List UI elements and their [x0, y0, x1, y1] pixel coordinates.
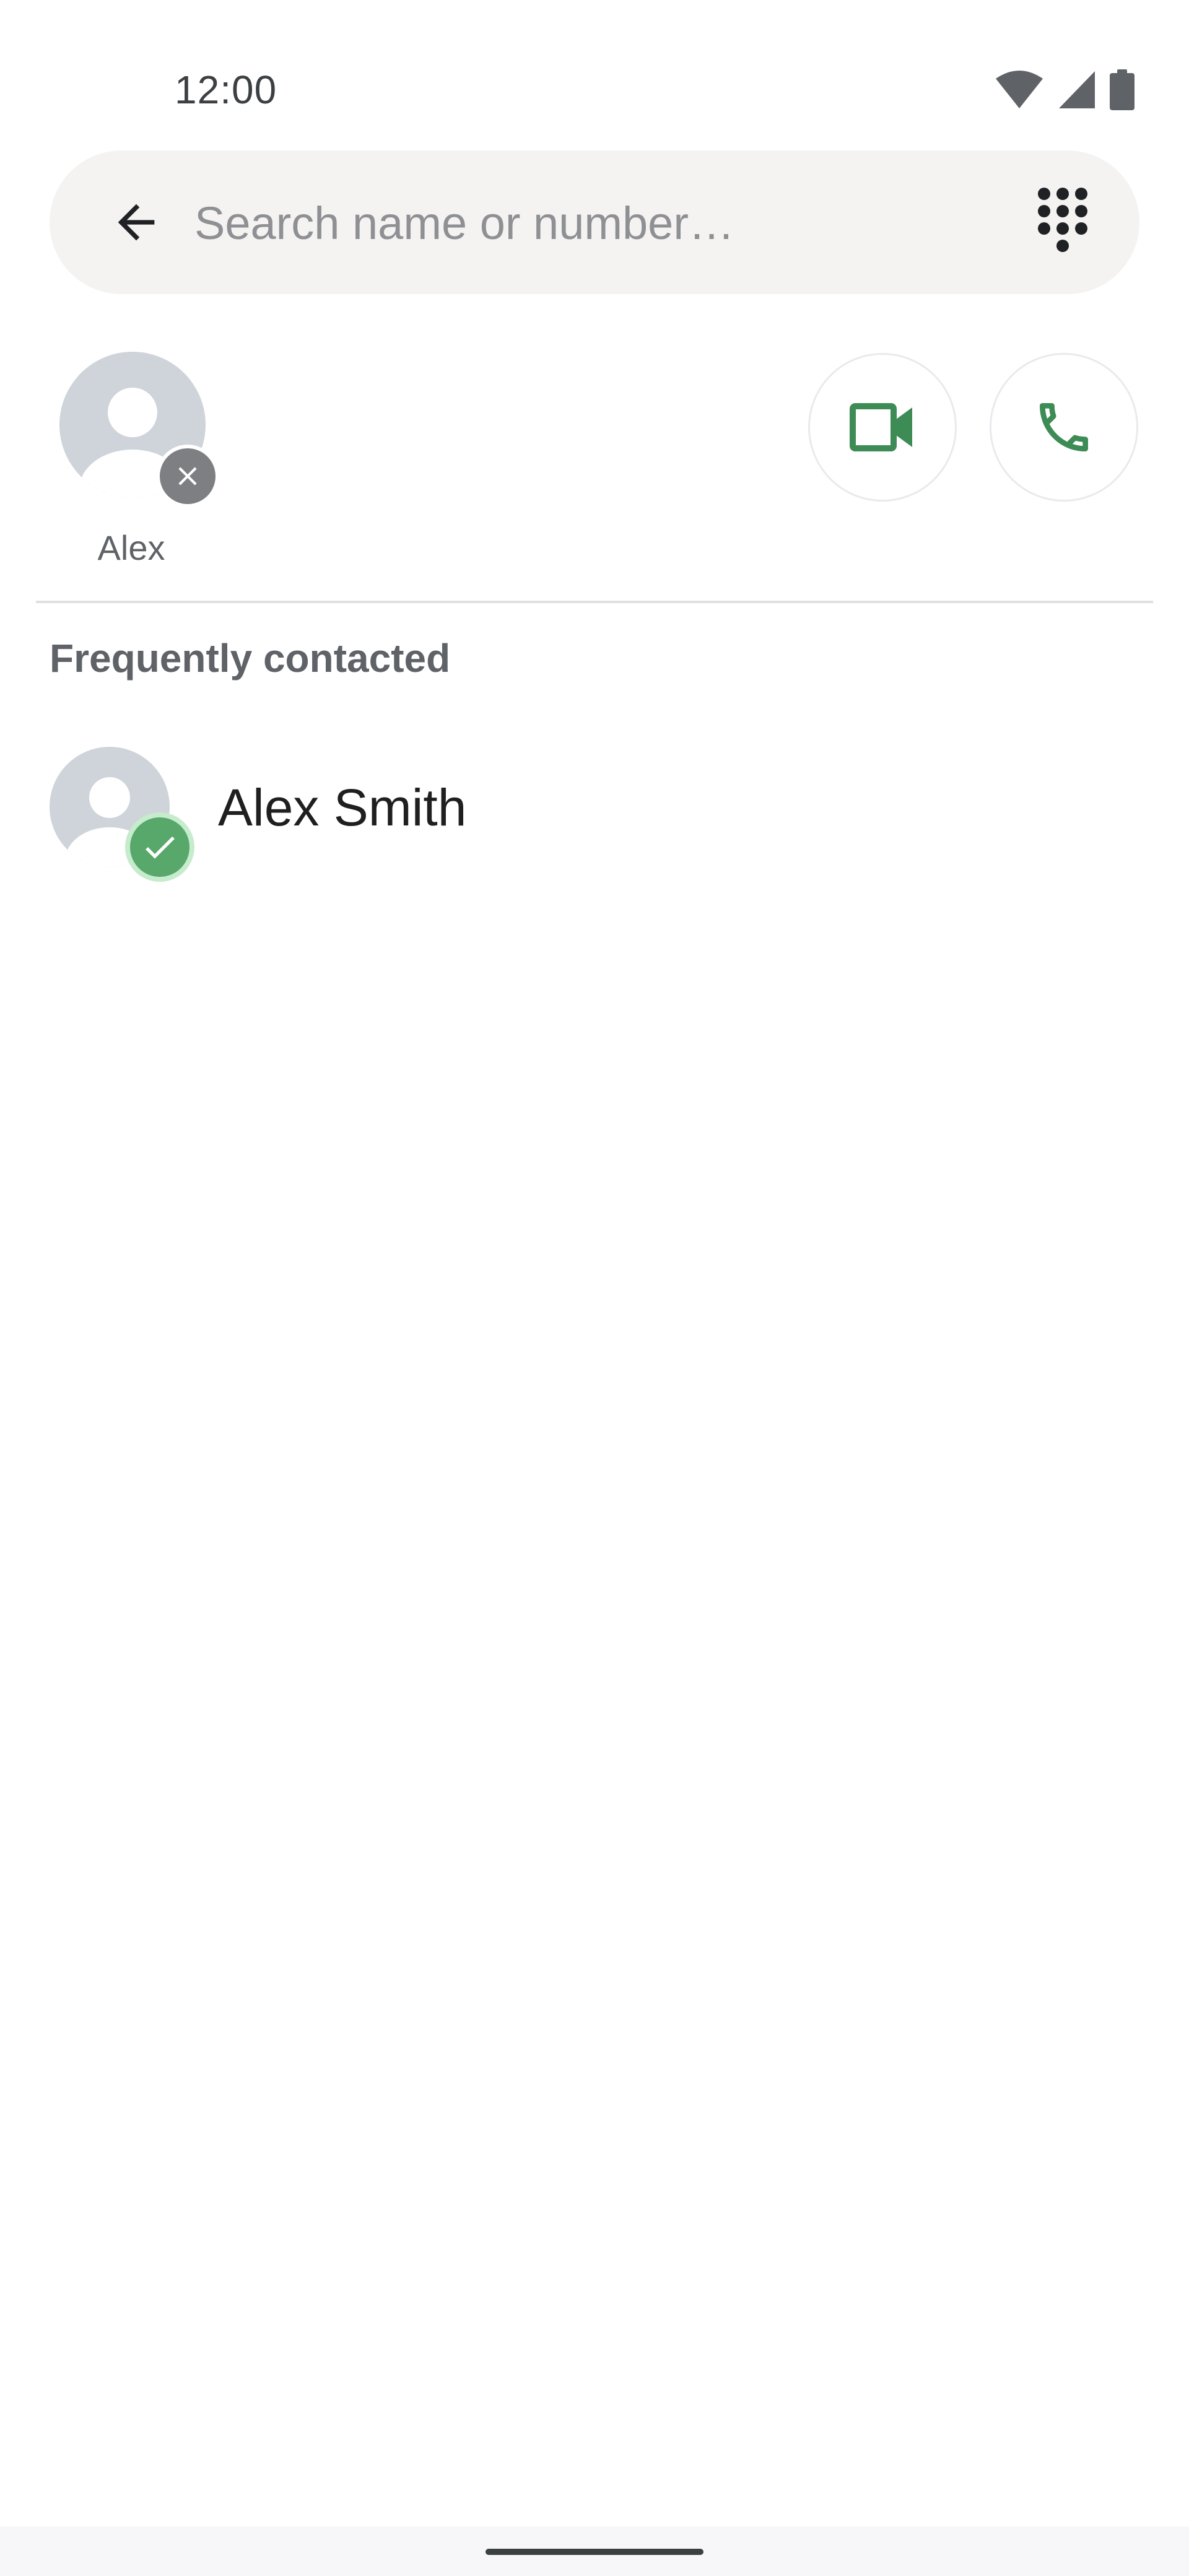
- arrow-back-icon: [118, 204, 155, 241]
- section-header: Frequently contacted: [50, 636, 451, 681]
- status-time: 12:00: [175, 67, 277, 112]
- nav-bar: [0, 2526, 1189, 2576]
- divider: [36, 601, 1153, 603]
- back-button[interactable]: [89, 175, 183, 269]
- close-icon: [178, 467, 197, 485]
- search-input[interactable]: [193, 179, 970, 267]
- screen: 12:00 Search name or number… Alex Freque…: [0, 0, 1189, 2576]
- phone-icon: [1040, 403, 1088, 451]
- cell-signal-icon: [1059, 71, 1095, 108]
- contact-name: Alex Smith: [218, 778, 467, 837]
- selected-contact-label: Alex: [97, 528, 165, 567]
- voice-call-button[interactable]: [990, 353, 1138, 502]
- search-bar: [50, 150, 1139, 294]
- status-icons: [995, 69, 1135, 110]
- check-icon: [146, 836, 175, 859]
- wifi-icon: [996, 71, 1043, 108]
- video-call-button[interactable]: [808, 353, 957, 502]
- status-bar: 12:00: [0, 0, 1189, 142]
- video-camera-icon: [850, 403, 912, 451]
- selected-check-badge: [125, 812, 194, 882]
- battery-icon: [1110, 69, 1135, 110]
- dialpad-icon: [1038, 188, 1087, 252]
- home-gesture-handle[interactable]: [486, 2549, 703, 2555]
- remove-contact-button[interactable]: [156, 445, 219, 508]
- dialpad-button[interactable]: [1016, 175, 1110, 269]
- list-item[interactable]: Alex Smith: [0, 737, 1189, 886]
